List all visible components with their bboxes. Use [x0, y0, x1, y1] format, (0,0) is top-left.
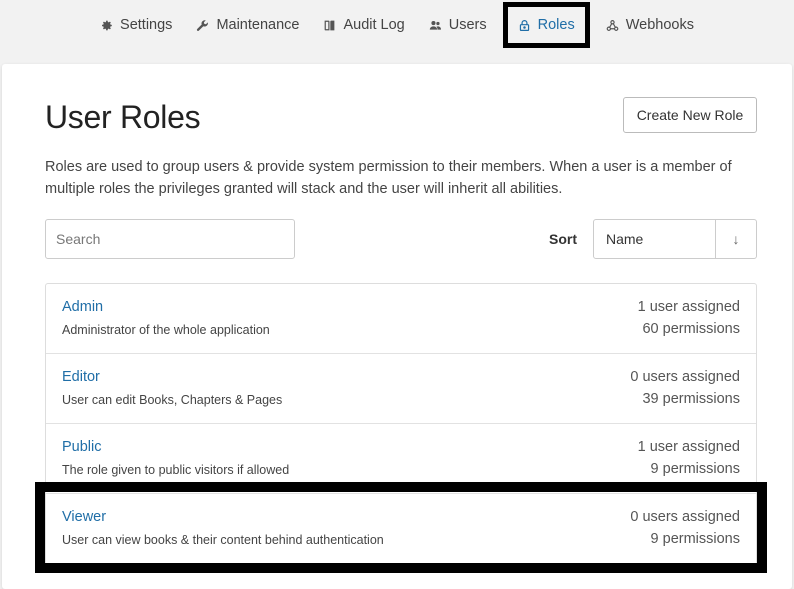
nav-roles[interactable]: Roles: [508, 9, 585, 41]
role-user-count: 1 user assigned: [637, 299, 740, 315]
role-row-viewer: Viewer User can view books & their conte…: [46, 494, 756, 564]
gear-icon: [102, 20, 112, 30]
role-row-admin: Admin Administrator of the whole applica…: [46, 284, 756, 354]
role-link-public[interactable]: Public: [62, 439, 102, 455]
role-description: User can view books & their content behi…: [62, 533, 384, 547]
role-user-count: 0 users assigned: [630, 509, 740, 525]
book-icon: [325, 20, 335, 30]
webhook-icon: [606, 19, 619, 31]
nav-webhooks-label: Webhooks: [625, 17, 694, 33]
role-link-viewer[interactable]: Viewer: [62, 509, 106, 525]
role-description: The role given to public visitors if all…: [62, 463, 290, 477]
nav-roles-highlight: Roles: [502, 2, 590, 48]
nav-users[interactable]: Users: [417, 9, 499, 41]
role-row-editor: Editor User can edit Books, Chapters & P…: [46, 354, 756, 424]
page-description: Roles are used to group users & provide …: [45, 159, 732, 197]
role-user-count: 0 users assigned: [630, 369, 740, 385]
role-description: User can edit Books, Chapters & Pages: [62, 393, 283, 407]
roles-card: User Roles Create New Role Roles are use…: [2, 64, 792, 589]
nav-webhooks[interactable]: Webhooks: [594, 9, 706, 41]
nav-audit-log[interactable]: Audit Log: [311, 9, 416, 41]
nav-users-label: Users: [448, 17, 487, 33]
nav-maintenance-label: Maintenance: [216, 17, 300, 33]
wrench-icon: [197, 19, 209, 31]
role-link-admin[interactable]: Admin: [62, 299, 103, 315]
role-description: Administrator of the whole application: [62, 323, 270, 337]
role-permission-count: 9 permissions: [650, 461, 740, 477]
nav-maintenance[interactable]: Maintenance: [184, 9, 311, 41]
sort-select[interactable]: Name: [594, 220, 716, 258]
role-permission-count: 39 permissions: [642, 391, 740, 407]
page-title: User Roles: [45, 99, 201, 135]
role-link-editor[interactable]: Editor: [62, 369, 100, 385]
search-input[interactable]: [45, 219, 295, 259]
sort-control: Name ↓: [593, 219, 757, 259]
nav-audit-log-label: Audit Log: [343, 17, 405, 33]
sort-direction-button[interactable]: ↓: [716, 220, 756, 258]
nav-settings[interactable]: Settings: [88, 9, 184, 41]
role-row-public: Public The role given to public visitors…: [46, 424, 756, 494]
nav-roles-label: Roles: [537, 17, 575, 33]
role-permission-count: 9 permissions: [650, 531, 740, 547]
role-permission-count: 60 permissions: [642, 321, 740, 337]
create-new-role-button[interactable]: Create New Role: [623, 97, 757, 133]
roles-list: Admin Administrator of the whole applica…: [45, 283, 757, 565]
sort-label: Sort: [549, 231, 577, 247]
lock-icon: [519, 19, 529, 31]
settings-nav: Settings Maintenance Audit Log Users Rol…: [0, 0, 794, 50]
users-icon: [429, 20, 441, 30]
nav-settings-label: Settings: [120, 17, 173, 33]
role-user-count: 1 user assigned: [637, 439, 740, 455]
